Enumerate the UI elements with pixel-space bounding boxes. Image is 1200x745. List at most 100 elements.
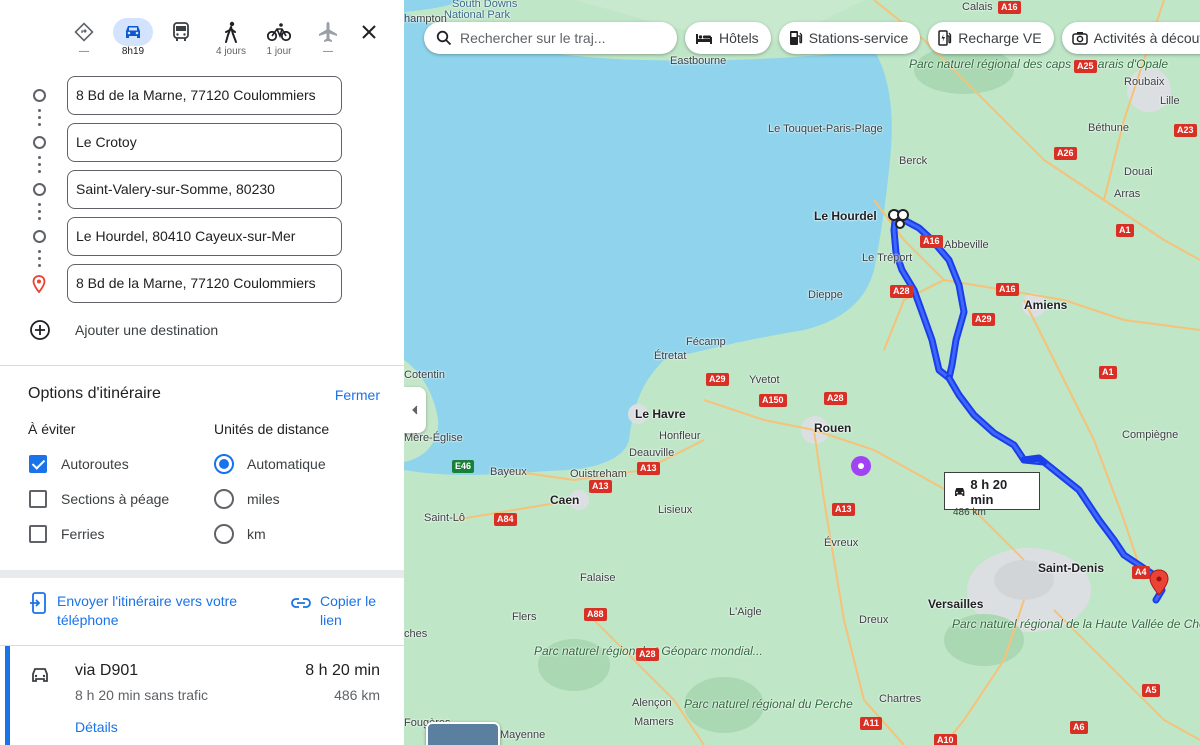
destination-input[interactable]: 8 Bd de la Marne, 77120 Coulommiers [67,264,342,303]
route-duration-callout[interactable]: 8 h 20 min 486 km [944,472,1040,518]
road-shield: A13 [637,462,660,475]
add-destination-label: Ajouter une destination [75,322,219,338]
map-label: Le Havre [635,407,686,421]
road-shield: A5 [1142,684,1160,697]
walking-icon [225,21,237,43]
send-to-phone-label: Envoyer l'itinéraire vers votre téléphon… [57,593,238,628]
travel-mode-bar: — 8h19 4 jours 1 jour — [0,0,404,68]
layers-thumbnail-button[interactable] [426,722,500,745]
waypoint-circle-icon [33,89,46,102]
map-label: Arras [1114,188,1141,200]
chip-things-to-do[interactable]: Activités à découvrir [1061,22,1200,54]
avoid-ferries-checkbox[interactable] [29,525,47,543]
road-shield: A25 [1074,60,1097,73]
map-label: Évreux [824,537,859,549]
ev-charging-icon [938,30,952,46]
road-shield: A88 [584,608,607,621]
selected-route-indicator [5,646,10,745]
map-label: Amiens [1024,298,1068,312]
map-label: Falaise [580,572,616,584]
mode-driving-button[interactable]: 8h19 [111,18,155,64]
mode-flights-button[interactable]: — [306,18,350,64]
road-shield: A16 [996,283,1019,296]
add-destination-button[interactable]: Ajouter une destination [0,318,404,344]
avoid-tolls-checkbox[interactable] [29,490,47,508]
map-label: Flers [512,611,537,623]
map-label: Parc naturel régional et Géoparc mondial… [534,644,763,658]
send-to-phone-button[interactable]: Envoyer l'itinéraire vers votre téléphon… [29,592,257,630]
mode-cycling-button[interactable]: 1 jour [257,18,301,64]
close-directions-button[interactable] [355,18,383,46]
map-label: Caen [550,493,580,507]
units-automatic-label: Automatique [247,456,326,472]
waypoint-input[interactable]: Le Crotoy [67,123,342,162]
road-shield: A11 [860,717,883,730]
map-label: Lille [1160,95,1180,107]
road-shield: A13 [589,480,612,493]
units-km-radio[interactable] [214,524,234,544]
map-label: Bayeux [490,466,527,478]
units-automatic-radio[interactable] [214,454,234,474]
avoid-highways-label: Autoroutes [61,456,129,472]
mode-transit-button[interactable] [159,18,203,64]
map-base [404,0,1200,745]
road-shield: A1 [1116,224,1134,237]
map-canvas[interactable]: South Downs National Park hampton Eastbo… [404,0,1200,745]
map-label: Versailles [928,597,984,611]
search-placeholder: Rechercher sur le traj... [460,30,606,46]
road-shield: A23 [1174,124,1197,137]
car-icon [955,488,965,496]
waypoint-marker [895,219,905,229]
road-shield: A4 [1132,566,1150,579]
map-label: Parc naturel régional du Perche [684,698,853,710]
route-duration: 8 h 20 min [305,662,380,679]
chip-hotels[interactable]: Hôtels [685,22,771,54]
chip-gas-stations[interactable]: Stations-service [778,22,921,54]
units-km-label: km [247,526,266,542]
waypoint-input[interactable]: Le Hourdel, 80410 Cayeux-sur-Mer [67,217,342,256]
road-shield: A6 [1070,721,1088,734]
waypoint-circle-icon [33,183,46,196]
road-shield: A28 [824,392,847,405]
route-options: Options d'itinéraire Fermer À éviter Uni… [0,366,404,570]
mode-best-label: — [79,46,89,57]
units-miles-radio[interactable] [214,489,234,509]
map-label: Eastbourne [670,55,727,67]
airplane-icon [319,22,337,42]
mode-driving-label: 8h19 [121,46,145,57]
road-shield: E46 [452,460,475,473]
mode-walking-button[interactable]: 4 jours [209,18,253,64]
road-shield: A28 [636,648,659,661]
mode-flights-label: — [323,46,333,57]
diamond-directions-icon [74,22,94,42]
units-miles-label: miles [247,491,280,507]
waypoint-row: 8 Bd de la Marne, 77120 Coulommiers [0,264,404,304]
chip-ev-charging[interactable]: Recharge VE [928,22,1054,54]
road-shield: A16 [920,235,943,248]
mode-best-button[interactable]: — [62,18,106,64]
avoid-ferries-label: Ferries [61,526,105,542]
search-along-route-input[interactable]: Rechercher sur le traj... [424,22,677,54]
map-label: Le Touquet-Paris-Plage [768,123,883,135]
waypoint-circle-icon [33,136,46,149]
share-row: Envoyer l'itinéraire vers votre téléphon… [0,578,404,644]
bicycle-icon [267,23,291,42]
copy-link-button[interactable]: Copier le lien [290,592,390,630]
close-options-button[interactable]: Fermer [335,387,380,403]
road-shield: A29 [706,373,729,386]
avoid-highways-checkbox[interactable] [29,455,47,473]
route-option-card[interactable]: via D901 8 h 20 min 8 h 20 min sans traf… [0,646,404,745]
map-label: Dreux [859,614,889,626]
map-label: Le Tréport [862,252,913,264]
collapse-panel-button[interactable] [404,387,426,433]
waypoint-input[interactable]: 8 Bd de la Marne, 77120 Coulommiers [67,76,342,115]
map-label: Saint-Lô [424,512,465,524]
map-label: Mamers [634,716,674,728]
chip-things-to-do-label: Activités à découvrir [1093,30,1200,46]
road-shield: A28 [890,285,913,298]
car-icon [32,668,48,682]
waypoint-input[interactable]: Saint-Valery-sur-Somme, 80230 [67,170,342,209]
route-details-link[interactable]: Détails [75,719,118,735]
map-label: Mayenne [500,729,546,741]
map-label: L'Aigle [729,606,762,618]
